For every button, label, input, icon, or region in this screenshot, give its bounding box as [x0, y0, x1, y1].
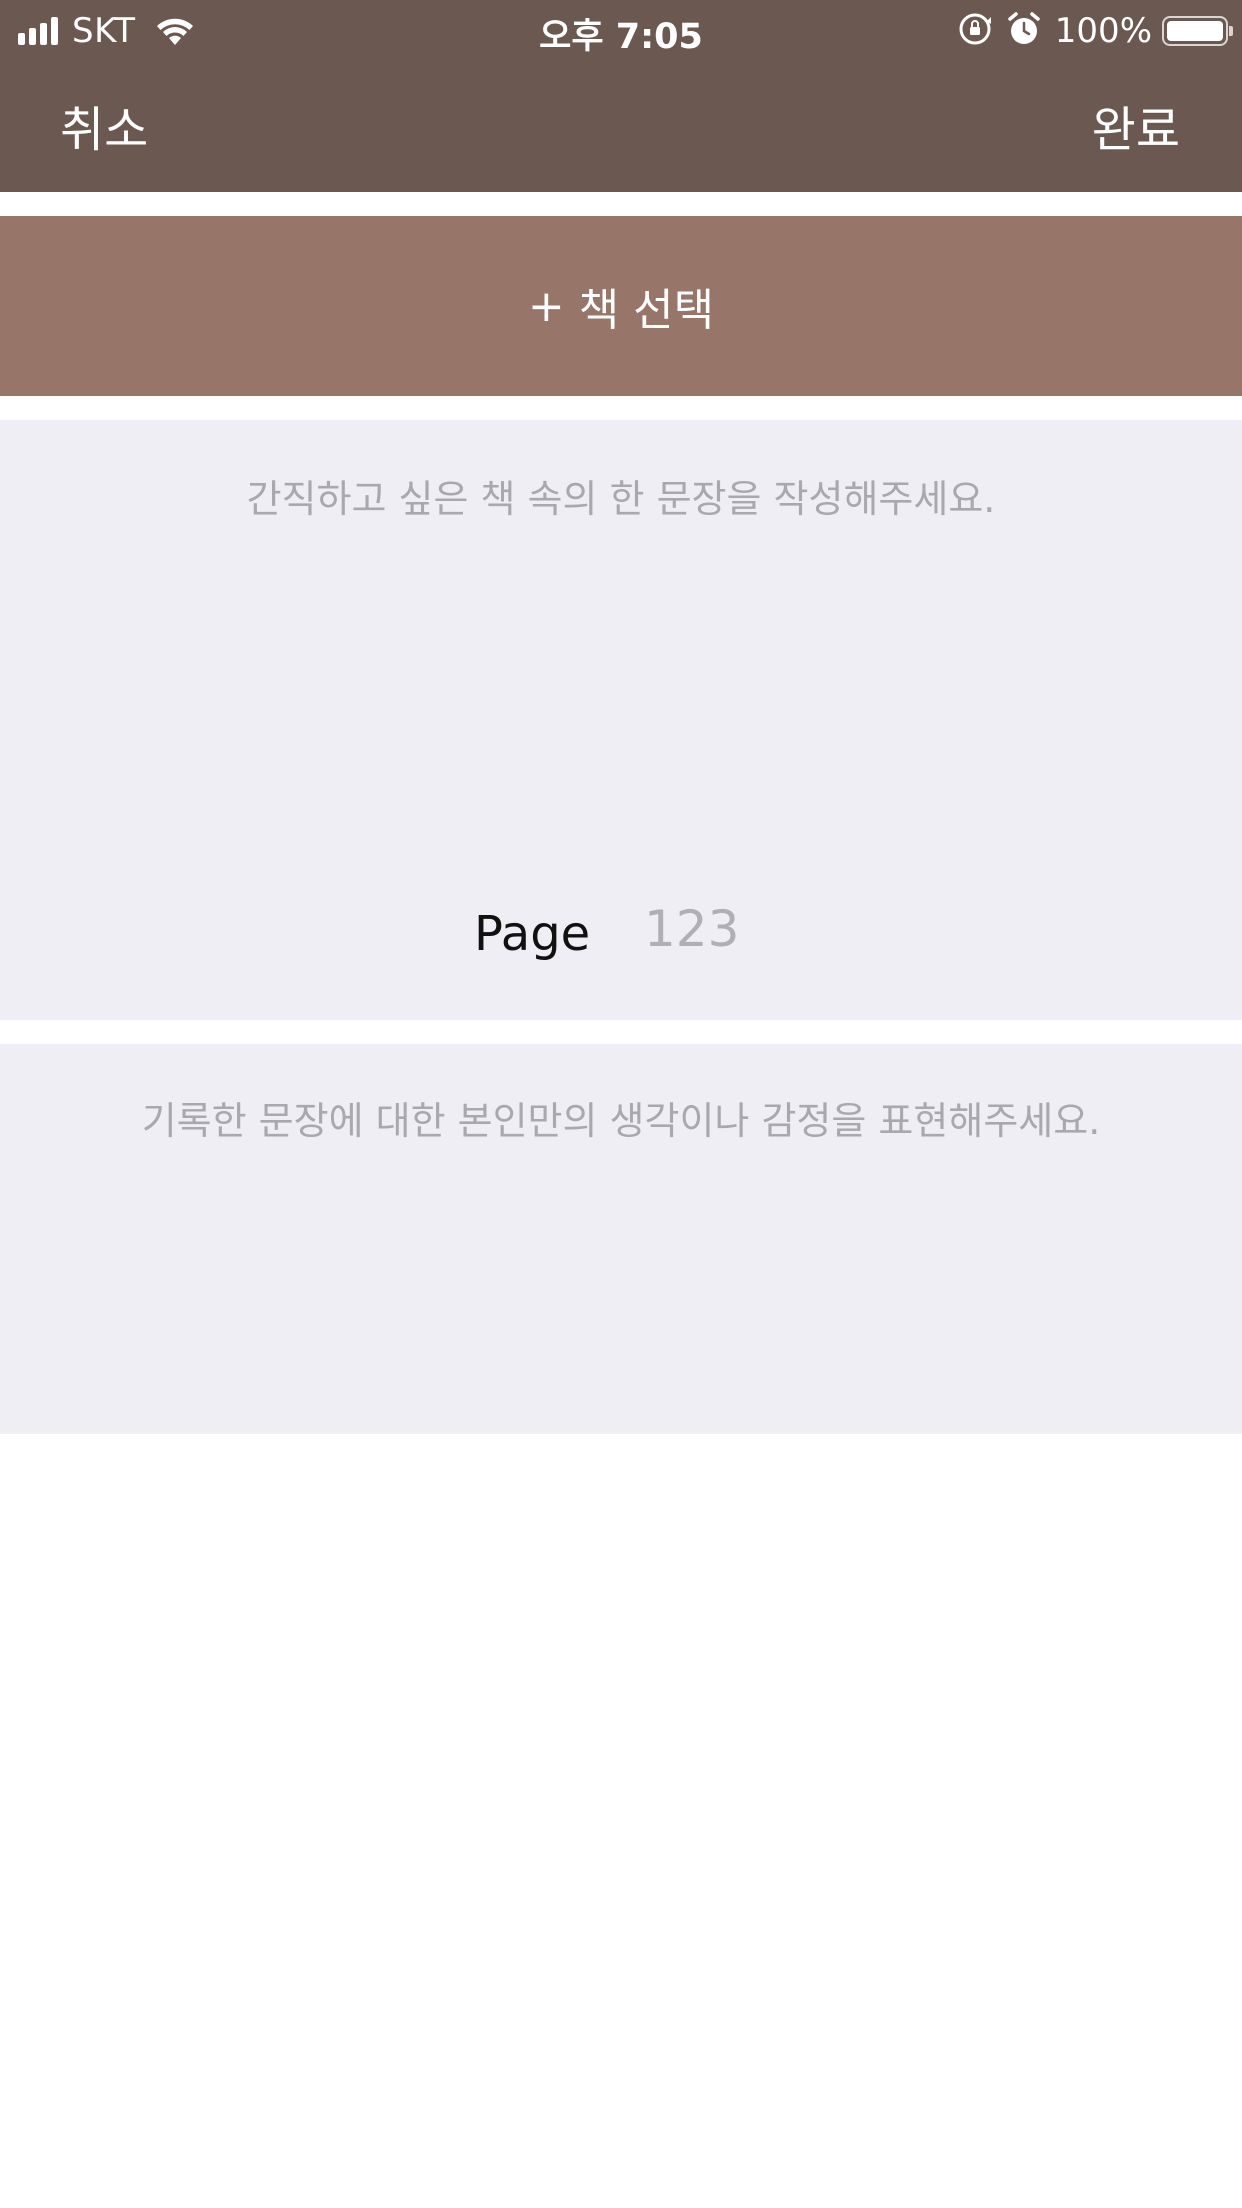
page-number-input[interactable]: 123 [644, 900, 739, 958]
sentence-placeholder: 간직하고 싶은 책 속의 한 문장을 작성해주세요. [246, 477, 996, 521]
battery-icon [1162, 16, 1233, 46]
nav-bar: 취소 완료 [0, 60, 1242, 192]
battery-fill [1167, 21, 1223, 41]
status-right: 100% [957, 10, 1233, 52]
screen: SKT 오후 7:05 100% 취소 완료 + 책 선택 간직하고 싶은 책 … [0, 0, 1242, 2208]
battery-percent: 100% [1054, 11, 1152, 51]
thoughts-input[interactable]: 기록한 문장에 대한 본인만의 생각이나 감정을 표현해주세요. [0, 1044, 1242, 1434]
header: SKT 오후 7:05 100% 취소 완료 [0, 0, 1242, 192]
status-bar: SKT 오후 7:05 100% [0, 0, 1242, 60]
page-label: Page [474, 906, 591, 962]
page-row: Page 123 [0, 900, 1242, 974]
sentence-input[interactable]: 간직하고 싶은 책 속의 한 문장을 작성해주세요. Page 123 [0, 420, 1242, 1020]
rotation-lock-icon [957, 11, 993, 51]
alarm-icon [1007, 11, 1041, 51]
thoughts-placeholder: 기록한 문장에 대한 본인만의 생각이나 감정을 표현해주세요. [141, 1099, 1101, 1143]
cancel-button[interactable]: 취소 [60, 90, 148, 160]
select-book-button[interactable]: + 책 선택 [0, 216, 1242, 396]
select-book-label: 책 선택 [578, 285, 715, 336]
plus-icon: + [527, 280, 565, 332]
done-button[interactable]: 완료 [1092, 90, 1180, 160]
